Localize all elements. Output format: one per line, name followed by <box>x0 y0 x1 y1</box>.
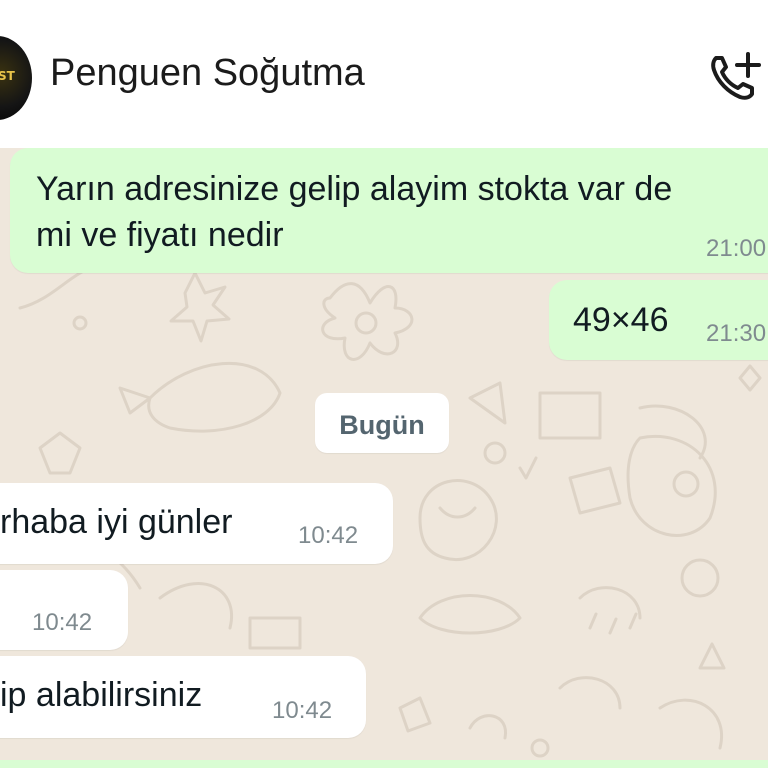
message-bubble-incoming[interactable]: rhaba iyi günler 10:42 <box>0 483 393 564</box>
avatar-logo-text: ST <box>0 69 15 83</box>
message-text-line: Yarın adresinize gelip alayim stokta var… <box>36 170 673 208</box>
message-bubble-outgoing[interactable]: 49×46 21:30 <box>549 280 768 360</box>
message-timestamp: 10:42 <box>32 609 93 636</box>
message-bubble-incoming[interactable]: 10:42 <box>0 570 128 650</box>
message-text: ip alabilirsiniz <box>0 676 203 714</box>
message-timestamp: 21:00 <box>706 235 767 262</box>
message-timestamp: 10:42 <box>298 522 359 549</box>
message-bubble-outgoing[interactable]: Yarın adresinize gelip alayim stokta var… <box>10 148 768 273</box>
message-timestamp: 10:42 <box>272 697 333 724</box>
message-text: rhaba iyi günler <box>0 503 233 541</box>
add-call-icon <box>711 52 761 100</box>
contact-name[interactable]: Penguen Soğutma <box>50 52 365 95</box>
contact-avatar[interactable]: ST <box>0 36 32 120</box>
date-separator: Bugün <box>315 393 449 453</box>
message-bubble-incoming[interactable]: ip alabilirsiniz 10:42 <box>0 656 366 738</box>
message-timestamp: 21:30 <box>706 320 767 347</box>
message-text: 49×46 <box>573 301 669 339</box>
message-text-line: mi ve fiyatı nedir <box>36 216 284 254</box>
date-separator-label: Bugün <box>339 410 425 440</box>
chat-header: ST Penguen Soğutma <box>0 0 768 148</box>
add-call-button[interactable] <box>708 50 768 106</box>
next-message-edge <box>0 760 768 768</box>
chat-area[interactable]: Yarın adresinize gelip alayim stokta var… <box>0 148 768 768</box>
